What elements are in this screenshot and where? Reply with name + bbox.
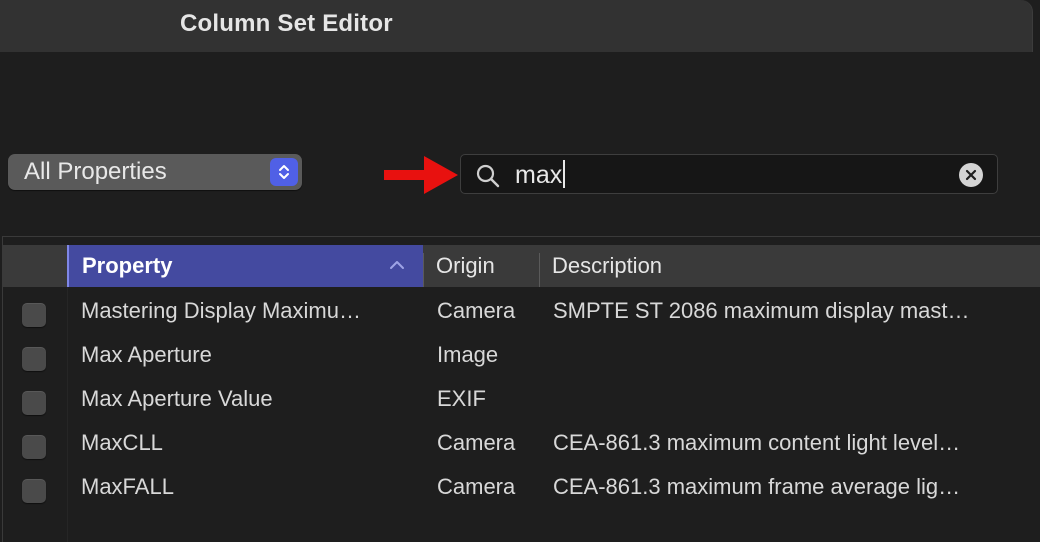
checkbox-column-header[interactable] <box>3 245 67 287</box>
properties-table: Property Origin Description Mastering Di… <box>2 236 1040 542</box>
table-row[interactable]: Max Aperture Value EXIF <box>3 379 1040 423</box>
title-bar: Column Set Editor <box>0 0 1033 52</box>
cell-property: MaxCLL <box>81 430 163 455</box>
row-checkbox[interactable] <box>22 391 46 415</box>
column-header-property-label: Property <box>82 253 173 278</box>
annotation-arrow-icon <box>384 156 458 194</box>
column-header-origin[interactable]: Origin <box>423 245 539 287</box>
table-row[interactable]: Mastering Display Maximu… Camera SMPTE S… <box>3 291 1040 335</box>
column-divider[interactable] <box>539 253 540 287</box>
window-title: Column Set Editor <box>180 10 393 37</box>
search-icon <box>476 164 500 188</box>
search-input-value: max <box>515 161 563 189</box>
cell-property: MaxFALL <box>81 474 174 499</box>
sort-ascending-icon <box>390 261 404 269</box>
cell-origin: Camera <box>437 298 516 323</box>
cell-property: Max Aperture Value <box>81 386 273 411</box>
property-filter-popup[interactable]: All Properties <box>8 154 302 190</box>
cell-property: Max Aperture <box>81 342 212 367</box>
chevron-updown-icon <box>270 158 298 186</box>
clear-search-button[interactable] <box>959 163 983 187</box>
column-header-description[interactable]: Description <box>539 245 1040 287</box>
search-field[interactable]: max <box>460 154 998 194</box>
cell-origin: Camera <box>437 430 516 455</box>
cell-origin: Image <box>437 342 499 367</box>
column-header-property[interactable]: Property <box>67 245 423 287</box>
property-filter-label: All Properties <box>24 158 167 185</box>
cell-description: CEA-861.3 maximum frame average lig… <box>553 474 961 499</box>
table-row[interactable]: MaxFALL Camera CEA-861.3 maximum frame a… <box>3 467 1040 511</box>
table-row[interactable]: MaxCLL Camera CEA-861.3 maximum content … <box>3 423 1040 467</box>
column-set-editor-window: Column Set Editor All Properties max Pro… <box>0 0 1040 542</box>
text-cursor <box>563 160 565 188</box>
cell-origin: Camera <box>437 474 516 499</box>
table-row[interactable]: Max Aperture Image <box>3 335 1040 379</box>
cell-description: SMPTE ST 2086 maximum display mast… <box>553 298 970 323</box>
close-icon <box>965 169 977 181</box>
table-header: Property Origin Description <box>3 245 1040 287</box>
column-header-description-label: Description <box>552 253 663 278</box>
row-checkbox[interactable] <box>22 435 46 459</box>
row-checkbox[interactable] <box>22 303 46 327</box>
search-input[interactable]: max <box>515 160 565 190</box>
row-checkbox[interactable] <box>22 347 46 371</box>
row-checkbox[interactable] <box>22 479 46 503</box>
column-header-origin-label: Origin <box>436 253 495 278</box>
cell-description: CEA-861.3 maximum content light level… <box>553 430 961 455</box>
table-body: Mastering Display Maximu… Camera SMPTE S… <box>3 291 1040 511</box>
cell-property: Mastering Display Maximu… <box>81 298 361 323</box>
column-divider[interactable] <box>423 253 424 287</box>
cell-origin: EXIF <box>437 386 486 411</box>
